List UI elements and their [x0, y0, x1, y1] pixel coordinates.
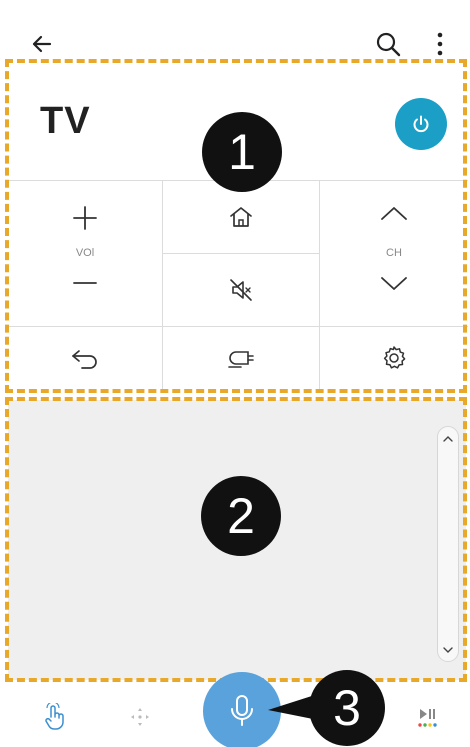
- top-app-bar: [0, 0, 470, 58]
- arrow-left-icon: [32, 35, 52, 53]
- play-pause-icon: [418, 709, 437, 727]
- chevron-up-small-icon: [443, 435, 453, 442]
- search-button[interactable]: [374, 30, 402, 58]
- channel-down-button[interactable]: [380, 276, 408, 297]
- input-source-button[interactable]: [163, 327, 320, 389]
- scroll-down-button[interactable]: [441, 643, 455, 657]
- volume-down-button[interactable]: [72, 276, 98, 294]
- return-icon: [72, 350, 97, 369]
- callout-badge-3: 3: [309, 670, 385, 746]
- touchpad-scrollbar[interactable]: [437, 426, 459, 662]
- channel-up-button[interactable]: [380, 205, 408, 226]
- settings-button[interactable]: [320, 327, 468, 389]
- power-icon: [413, 115, 429, 133]
- volume-rocker: VOl: [8, 181, 163, 327]
- device-title: TV: [40, 100, 91, 142]
- minus-icon: [73, 282, 97, 284]
- channel-rocker: CH: [320, 181, 468, 327]
- volume-label: VOl: [75, 247, 95, 259]
- more-vertical-icon: [437, 32, 443, 56]
- pointer-mode-button[interactable]: [127, 704, 153, 730]
- search-icon: [376, 32, 401, 57]
- chevron-down-small-icon: [443, 646, 453, 653]
- home-icon: [230, 207, 252, 227]
- plus-icon: [73, 206, 97, 230]
- more-options-button[interactable]: [426, 30, 454, 58]
- return-button[interactable]: [8, 327, 163, 389]
- back-button[interactable]: [28, 30, 56, 58]
- media-control-button[interactable]: [414, 704, 440, 730]
- remote-app-screen: TV VOl CH 1 2 3: [0, 0, 470, 747]
- touch-mode-button[interactable]: [42, 703, 68, 730]
- chevron-down-icon: [381, 277, 407, 290]
- pointer-dots-icon: [131, 708, 149, 726]
- scroll-up-button[interactable]: [441, 431, 455, 445]
- remote-panel: TV VOl CH: [8, 60, 468, 390]
- microphone-icon: [231, 695, 253, 726]
- power-button[interactable]: [395, 98, 447, 150]
- volume-up-button[interactable]: [72, 205, 98, 236]
- channel-label: CH: [386, 247, 402, 259]
- mute-button[interactable]: [163, 254, 320, 327]
- callout-badge-2: 2: [201, 476, 281, 556]
- remote-button-grid: VOl CH: [8, 180, 468, 389]
- chevron-up-icon: [381, 207, 407, 220]
- gear-icon: [383, 346, 406, 369]
- callout-badge-1: 1: [202, 112, 282, 192]
- mute-icon: [230, 279, 252, 301]
- hand-touch-icon: [45, 703, 64, 730]
- input-source-icon: [228, 351, 254, 368]
